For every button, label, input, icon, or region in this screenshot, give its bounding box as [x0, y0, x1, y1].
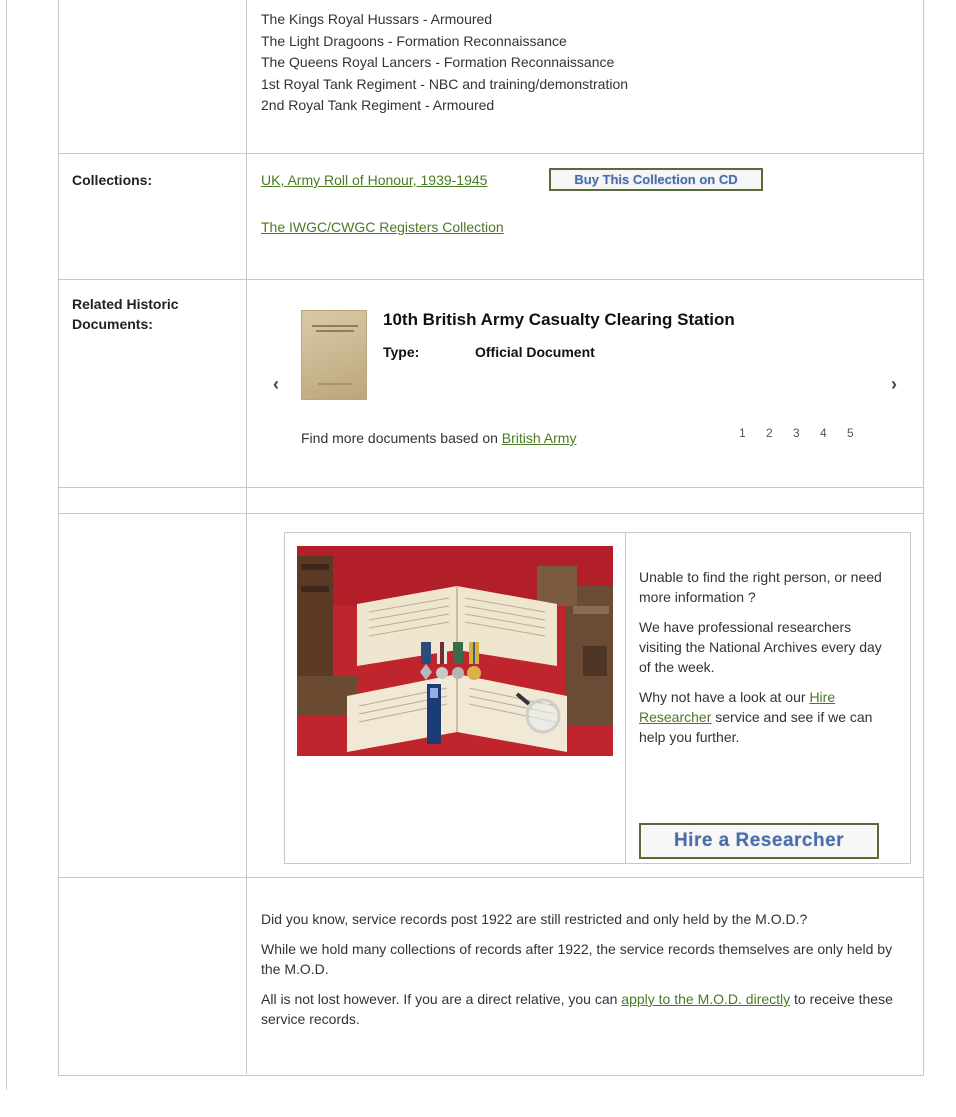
pager-page-1[interactable]: 1: [739, 426, 766, 440]
collection-link-army-roll[interactable]: UK, Army Roll of Honour, 1939-1945: [261, 172, 487, 188]
regiment-item: The Light Dragoons - Formation Reconnais…: [261, 32, 567, 49]
pager-page-3[interactable]: 3: [793, 426, 820, 440]
carousel-next-arrow[interactable]: ›: [891, 374, 897, 395]
promo-text: Unable to find the right person, or need…: [639, 567, 892, 757]
document-thumbnail[interactable]: [301, 310, 367, 400]
promo-p3-prefix: Why not have a look at our: [639, 689, 810, 705]
carousel-prev-arrow[interactable]: ‹: [273, 374, 279, 395]
regiments-row: The Kings Royal Hussars - Armoured The L…: [59, 0, 923, 154]
collections-label: Collections:: [72, 172, 153, 188]
details-table: The Kings Royal Hussars - Armoured The L…: [58, 0, 924, 1076]
pager-page-2[interactable]: 2: [766, 426, 793, 440]
mod-info-text: Did you know, service records post 1922 …: [261, 909, 907, 1039]
regiments-list: The Kings Royal Hussars - Armoured The L…: [261, 9, 907, 117]
column-separator: [246, 878, 247, 1074]
related-label-line1: Related Historic: [72, 296, 179, 312]
regiment-item: 2nd Royal Tank Regiment - Armoured: [261, 97, 495, 113]
promo-row: Unable to find the right person, or need…: [59, 514, 923, 878]
more-documents-text: Find more documents based on British Arm…: [301, 430, 576, 446]
column-separator: [246, 154, 247, 279]
mod-paragraph-1: Did you know, service records post 1922 …: [261, 911, 808, 927]
mod-paragraph-3: All is not lost however. If you are a di…: [261, 989, 907, 1029]
empty-row: [59, 488, 923, 514]
page-left-rule: [6, 0, 7, 1090]
promo-paragraph-1: Unable to find the right person, or need…: [639, 569, 882, 605]
regiment-item: The Queens Royal Lancers - Formation Rec…: [261, 54, 615, 70]
mod-p3-prefix: All is not lost however. If you are a di…: [261, 991, 622, 1007]
collections-content: UK, Army Roll of Honour, 1939-1945 Buy T…: [261, 154, 907, 274]
document-carousel: ‹ 10th British Army Casualty Clearing St…: [261, 280, 925, 486]
buy-collection-cd-button[interactable]: Buy This Collection on CD: [549, 168, 763, 191]
column-separator: [246, 488, 247, 513]
promo-separator: [625, 533, 626, 863]
document-type-value: Official Document: [475, 344, 595, 360]
regiment-item: The Kings Royal Hussars - Armoured: [261, 11, 493, 27]
related-label-line2: Documents:: [72, 316, 153, 332]
hire-researcher-promo: Unable to find the right person, or need…: [284, 532, 911, 864]
column-separator: [246, 0, 247, 153]
related-documents-label: Related Historic Documents:: [72, 294, 179, 334]
mod-paragraph-2: While we hold many collections of record…: [261, 941, 893, 977]
document-title[interactable]: 10th British Army Casualty Clearing Stat…: [383, 310, 735, 330]
related-documents-row: Related Historic Documents: ‹ 10th Briti…: [59, 280, 923, 488]
promo-paragraph-3: Why not have a look at our Hire Research…: [639, 687, 892, 747]
promo-paragraph-2: We have professional researchers visitin…: [639, 619, 882, 675]
british-army-link[interactable]: British Army: [502, 430, 577, 446]
column-separator: [246, 514, 247, 877]
carousel-pager: 12345: [739, 426, 874, 440]
more-documents-prefix: Find more documents based on: [301, 430, 502, 446]
photo-illustration: [297, 546, 613, 756]
collections-row: Collections: UK, Army Roll of Honour, 19…: [59, 154, 923, 280]
collection-link-iwgc-cwgc[interactable]: The IWGC/CWGC Registers Collection: [261, 219, 504, 235]
mod-info-row: Did you know, service records post 1922 …: [59, 878, 923, 1074]
apply-to-mod-link[interactable]: apply to the M.O.D. directly: [621, 991, 790, 1007]
hire-researcher-button[interactable]: Hire a Researcher: [639, 823, 879, 859]
pager-page-4[interactable]: 4: [820, 426, 847, 440]
archive-books-medals-photo: [297, 546, 613, 756]
document-type-label: Type:: [383, 344, 420, 360]
pager-page-5[interactable]: 5: [847, 426, 874, 440]
regiment-item: 1st Royal Tank Regiment - NBC and traini…: [261, 75, 629, 92]
column-separator: [246, 280, 247, 487]
